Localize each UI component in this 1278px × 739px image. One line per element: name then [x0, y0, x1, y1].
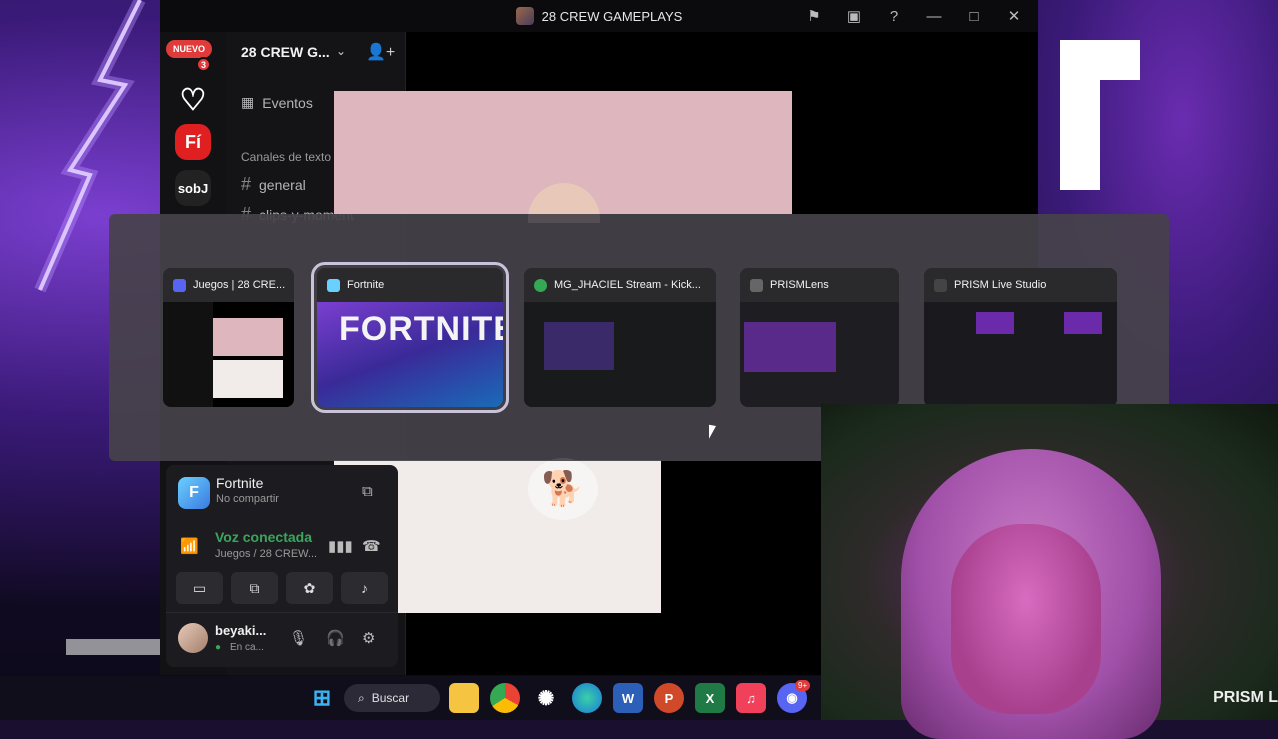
fortnite-icon	[327, 279, 340, 292]
taskbar: ⊞ ⌕Buscar ✺ W P X ♫ ◉ 9+	[0, 676, 821, 720]
server-name[interactable]: 28 CREW G...	[241, 44, 330, 60]
hash-icon: #	[241, 174, 251, 195]
chrome-icon[interactable]	[490, 683, 520, 713]
window-thumb-prism-studio[interactable]: PRISM Live Studio	[924, 268, 1117, 407]
share-screen-icon[interactable]: ⧉	[362, 483, 373, 500]
search-box[interactable]: ⌕ Buscar	[344, 684, 440, 712]
server-icon	[516, 7, 534, 25]
notification-count: 3	[196, 57, 211, 72]
discord-icon	[173, 279, 186, 292]
server-sobj[interactable]: sobJ	[175, 170, 211, 206]
category-text-channels[interactable]: Canales de texto ⌄	[241, 150, 344, 164]
window-thumb-discord[interactable]: Juegos | 28 CRE...	[163, 268, 294, 407]
help-icon[interactable]: ?	[876, 8, 912, 25]
disconnect-icon[interactable]: ☎	[362, 537, 381, 555]
new-badge[interactable]: NUEVO	[166, 40, 212, 58]
fortnite-icon: F	[178, 477, 210, 509]
events-label: Eventos	[262, 95, 313, 111]
voice-channel[interactable]: Juegos / 28 CREW...	[215, 548, 317, 560]
music-icon[interactable]: ♫	[736, 683, 766, 713]
maximize-button[interactable]: □	[956, 8, 992, 25]
noise-suppression-icon[interactable]: ▮▮▮	[328, 537, 353, 555]
excel-icon[interactable]: X	[695, 683, 725, 713]
add-user-icon[interactable]: 👤+	[366, 42, 395, 62]
camera-off-button[interactable]: ▭	[176, 572, 223, 604]
server-fi[interactable]: Fí	[175, 124, 211, 160]
window-title: PRISMLens	[770, 279, 829, 291]
status-dot-icon: ●	[215, 642, 221, 653]
discord-badge: 9+	[795, 680, 810, 691]
voice-connected: Voz conectada	[215, 529, 312, 545]
edge-icon[interactable]	[572, 683, 602, 713]
channel-label: general	[259, 177, 306, 193]
window-title: PRISM Live Studio	[954, 279, 1046, 291]
dog-avatar: 🐕	[528, 458, 598, 520]
person-face	[951, 524, 1101, 714]
title-bar: 28 CREW GAMEPLAYS ⚑ ▣ ? — □ ✕	[160, 0, 1038, 32]
mic-icon[interactable]: 🎙	[289, 629, 308, 647]
headphones-icon[interactable]: 🎧	[326, 629, 345, 647]
divider	[166, 612, 398, 613]
chevron-down-icon[interactable]: ⌄	[336, 44, 346, 58]
window-title: Fortnite	[347, 279, 384, 291]
window-title: Juegos | 28 CRE...	[193, 279, 285, 291]
username[interactable]: beyaki...	[215, 623, 266, 638]
windows-start-icon[interactable]: ⊞	[307, 683, 337, 713]
activity-game: Fortnite	[216, 475, 263, 491]
category-label: Canales de texto	[241, 150, 331, 164]
prismlens-icon	[750, 279, 763, 292]
window-thumb-fortnite[interactable]: Fortnite FORTNITE	[317, 268, 503, 407]
gear-icon[interactable]: ⚙	[362, 629, 375, 647]
prism-watermark: PRISM L	[1213, 689, 1278, 707]
soundboard-button[interactable]: ♪	[341, 572, 388, 604]
screen-share-button[interactable]: ⧉	[231, 572, 278, 604]
inbox-icon[interactable]: ⚑	[796, 7, 832, 25]
events-item[interactable]: ▦ Eventos	[241, 94, 313, 111]
prism-icon	[934, 279, 947, 292]
file-explorer-icon[interactable]	[449, 683, 479, 713]
close-button[interactable]: ✕	[996, 7, 1032, 25]
avatar[interactable]	[178, 623, 208, 653]
search-icon: ⌕	[358, 691, 365, 706]
minimize-button[interactable]: —	[916, 8, 952, 25]
window-title: MG_JHACIEL Stream - Kick...	[554, 279, 701, 291]
voice-panel: F Fortnite No compartir ⧉ 📶 Voz conectad…	[166, 465, 398, 667]
activities-button[interactable]: ✿	[286, 572, 333, 604]
word-icon[interactable]: W	[613, 683, 643, 713]
activity-status: No compartir	[216, 493, 279, 505]
search-label: Buscar	[372, 691, 409, 705]
screen-share-icon[interactable]: ▣	[836, 7, 872, 25]
channel-general[interactable]: # general	[241, 174, 306, 195]
window-title: 28 CREW GAMEPLAYS	[542, 9, 683, 24]
webcam-overlay: PRISM L	[821, 404, 1278, 720]
window-thumb-chrome[interactable]: MG_JHACIEL Stream - Kick...	[524, 268, 716, 407]
signal-icon[interactable]: 📶	[180, 537, 199, 555]
window-thumb-prismlens[interactable]: PRISMLens	[740, 268, 899, 407]
heart-server-icon[interactable]: ♡	[175, 82, 211, 118]
user-status: En ca...	[230, 642, 264, 653]
powerpoint-icon[interactable]: P	[654, 683, 684, 713]
fortnite-logo-art-top	[1060, 40, 1140, 80]
chatgpt-icon[interactable]: ✺	[531, 683, 561, 713]
mouse-cursor-icon	[709, 425, 723, 441]
calendar-icon: ▦	[241, 94, 254, 111]
chrome-icon	[534, 279, 547, 292]
decorative-stripe	[66, 639, 160, 655]
